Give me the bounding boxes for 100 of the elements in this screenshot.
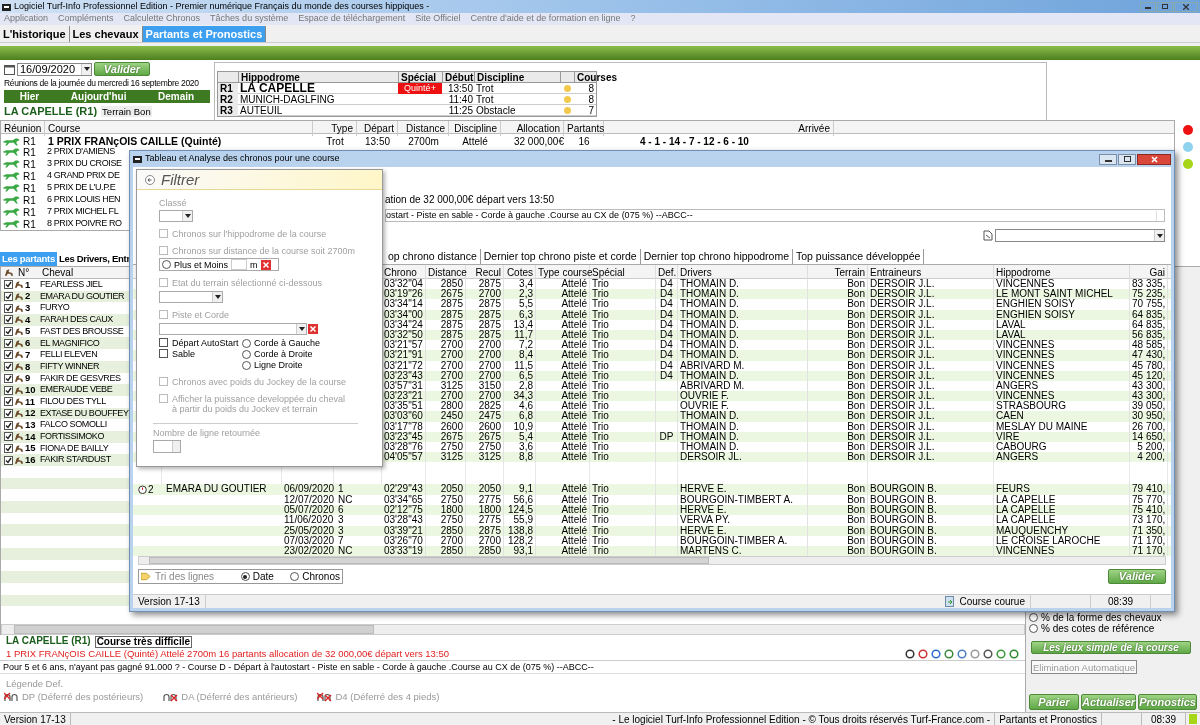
race-name[interactable]: 5 PRIX DE L'U.P.E: [45, 181, 116, 195]
checkbox[interactable]: [4, 373, 13, 383]
table-cell: Attelé: [536, 452, 590, 463]
checkbox[interactable]: [4, 315, 13, 325]
table-cell[interactable]: LA CAPELLE: [238, 83, 398, 94]
column-header[interactable]: Discipline: [449, 121, 501, 136]
table-cell[interactable]: AUTEUIL: [238, 105, 398, 116]
clear-icon[interactable]: [260, 259, 271, 270]
back-icon[interactable]: [145, 174, 155, 185]
column-header[interactable]: Cheval: [42, 267, 74, 280]
checkbox[interactable]: [4, 397, 13, 407]
tab[interactable]: Top puissance développée: [793, 249, 925, 264]
menu-item[interactable]: Centre d'aide et de formation en ligne: [470, 12, 621, 26]
scrollbar-thumb[interactable]: [14, 625, 374, 634]
menu-item[interactable]: ?: [630, 12, 636, 26]
checkbox[interactable]: [4, 408, 13, 418]
column-header[interactable]: Début: [442, 72, 474, 83]
column-header[interactable]: Courses: [574, 72, 619, 83]
view-select[interactable]: [995, 229, 1165, 242]
column-header[interactable]: Allocation: [501, 121, 564, 136]
checkbox[interactable]: [4, 432, 13, 442]
table-cell: Trio: [590, 494, 656, 505]
table-cell: 2475: [466, 411, 504, 422]
checkbox[interactable]: [159, 338, 168, 347]
checkbox[interactable]: [4, 327, 13, 337]
column-header[interactable]: Départ: [357, 121, 398, 136]
table-cell: 45 120,: [1130, 370, 1168, 381]
checkbox[interactable]: [159, 349, 168, 358]
menu-item[interactable]: Site Officiel: [415, 12, 461, 26]
table-cell: D4: [656, 299, 678, 310]
close-button[interactable]: [1174, 1, 1198, 12]
menu-item[interactable]: Espace de téléchargement: [298, 12, 406, 26]
radio-button[interactable]: [242, 349, 251, 359]
jockey-icon: [14, 432, 24, 442]
table-cell-text: 5: [25, 324, 32, 339]
checkbox[interactable]: [4, 455, 13, 465]
checkbox[interactable]: [4, 385, 13, 395]
table-row[interactable]: 2 EMARA DU GOUTIER 06/09/2020 1 02'29"43 2050 2050 9,1 Attelé Trio HERVE E. Bon BOURGOIN B. FEURS 79 410,: [133, 484, 1171, 495]
radio-button[interactable]: [242, 360, 251, 370]
distance-input[interactable]: [231, 259, 248, 270]
radio-button[interactable]: [162, 260, 171, 269]
checkbox[interactable]: [4, 292, 13, 302]
table-cell: 3125: [426, 452, 466, 463]
menu-item[interactable]: Application: [4, 12, 49, 26]
date-field[interactable]: 16/09/2020: [17, 62, 92, 76]
table-cell: D4: [656, 370, 678, 381]
radio-button[interactable]: [290, 572, 300, 582]
menu-item[interactable]: Compléments: [58, 12, 114, 26]
checkbox[interactable]: [4, 338, 13, 348]
race-name[interactable]: 4 GRAND PRIX DE: [45, 169, 120, 183]
legend-title: Légende Def.: [5, 678, 65, 689]
close-button[interactable]: [1137, 153, 1171, 165]
race-name[interactable]: 8 PRIX POIVRE RO: [45, 217, 122, 231]
menu-item[interactable]: Tâches du système: [210, 12, 289, 26]
maximize-button[interactable]: [1157, 1, 1173, 12]
checkbox[interactable]: [4, 303, 13, 313]
radio-button[interactable]: [240, 572, 250, 582]
tab[interactable]: Les Drivers, Entr: [56, 252, 132, 266]
table-cell-text: R1: [23, 135, 36, 148]
clear-icon[interactable]: [308, 324, 318, 334]
table-cell[interactable]: MUNICH-DAGLFING: [238, 94, 398, 105]
column-header[interactable]: Partants: [564, 121, 604, 136]
table-cell: Attelé: [536, 309, 590, 320]
menu-item[interactable]: Calculette Chronos: [123, 12, 201, 26]
column-header[interactable]: Arrivée: [604, 121, 834, 136]
scrollbar-thumb[interactable]: [149, 557, 709, 565]
table-row[interactable]: 05/07/2020 6 02'12"75 1800 1800 124,5 Attelé Trio HERVE E. Bon BOURGOIN B. LA CAPELLE 75 410,: [133, 504, 1171, 516]
radio-button[interactable]: [1029, 613, 1038, 622]
column-header[interactable]: Réunion: [1, 121, 45, 136]
day-link[interactable]: Hier: [19, 89, 40, 104]
checkbox[interactable]: [4, 350, 13, 360]
radio-button[interactable]: [242, 338, 251, 348]
column-header[interactable]: Discipline: [474, 72, 560, 83]
class-select[interactable]: [159, 210, 193, 222]
table-row[interactable]: 25/05/2020 3 03'39"21 2850 2875 138,8 Attelé Trio HERVE E. Bon BOURGOIN B. MAUQUENCHY 71 350,: [133, 525, 1171, 536]
checkbox[interactable]: [4, 362, 13, 372]
column-header[interactable]: Distance: [398, 121, 449, 136]
maximize-button[interactable]: [1118, 153, 1136, 165]
table-cell: 2875: [466, 299, 504, 310]
checkbox[interactable]: [4, 443, 13, 453]
table-cell: ENGHIEN SOISY: [994, 309, 1130, 320]
race-name[interactable]: 7 PRIX MICHEL FL: [45, 205, 119, 219]
day-link[interactable]: Aujourd'hui: [70, 89, 127, 104]
tab[interactable]: L'historique: [0, 26, 70, 42]
checkbox[interactable]: [4, 280, 13, 290]
calendar-icon[interactable]: [4, 63, 15, 75]
radio-button[interactable]: [1029, 624, 1038, 633]
column-header[interactable]: Type: [313, 121, 357, 136]
minimize-button[interactable]: [1140, 1, 1156, 12]
table-cell: DERSOIR J.L.: [868, 309, 994, 320]
race-name[interactable]: 3 PRIX DU CROISE: [45, 157, 122, 171]
minimize-button[interactable]: [1099, 153, 1117, 165]
day-link[interactable]: Demain: [158, 89, 195, 104]
column-header[interactable]: Course: [45, 121, 313, 136]
race-name[interactable]: 6 PRIX LOUIS HEN: [45, 193, 121, 207]
checkbox[interactable]: [4, 420, 13, 430]
tab[interactable]: op chrono distance: [385, 249, 481, 264]
table-cell: 47 430,: [1130, 350, 1168, 361]
table-cell-text: FILOU DES TYLL: [40, 394, 106, 408]
column-header[interactable]: N°: [18, 267, 38, 280]
